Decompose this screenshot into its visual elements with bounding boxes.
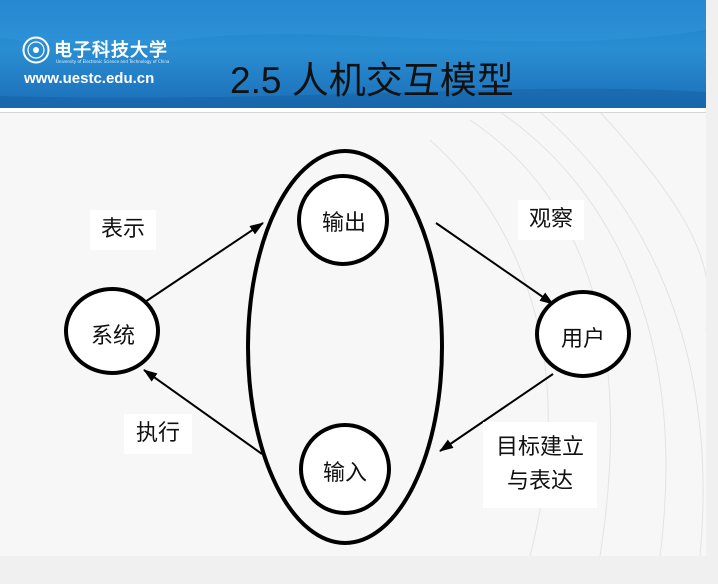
user-node-label: 用户 bbox=[560, 327, 605, 352]
label-observe: 观察 bbox=[518, 200, 584, 240]
system-node-label: 系统 bbox=[90, 324, 135, 349]
slide: 电子科技大学 University of Electronic Science … bbox=[0, 0, 706, 556]
bottom-bar bbox=[0, 556, 718, 584]
label-goal-line2: 与表达 bbox=[506, 469, 573, 494]
label-present: 表示 bbox=[90, 210, 156, 250]
arrow-present bbox=[144, 222, 264, 303]
label-goal: 目标建立 与表达 bbox=[483, 422, 597, 508]
label-goal-line1: 目标建立 bbox=[495, 435, 584, 460]
label-execute: 执行 bbox=[124, 414, 192, 454]
vertical-scrollbar[interactable] bbox=[706, 0, 718, 584]
output-node-label: 输出 bbox=[321, 211, 366, 236]
input-node-label: 输入 bbox=[322, 461, 367, 486]
